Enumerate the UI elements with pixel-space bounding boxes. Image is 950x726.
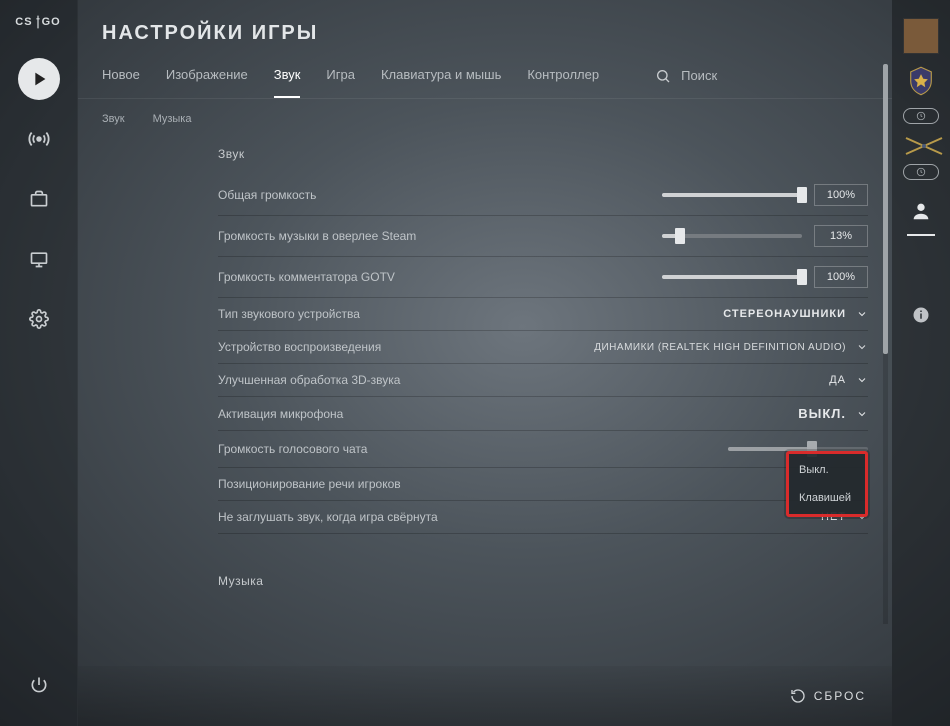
chevron-down-icon — [856, 341, 868, 353]
watch-icon[interactable] — [18, 238, 60, 280]
info-icon[interactable] — [912, 306, 930, 324]
value-gotv[interactable]: 100% — [814, 266, 868, 288]
tab-sound[interactable]: Звук — [274, 67, 301, 98]
row-playback-device[interactable]: Устройство воспроизведения ДИНАМИКИ (REA… — [218, 331, 868, 364]
row-background-sound[interactable]: Не заглушать звук, когда игра свёрнута Н… — [218, 501, 868, 534]
crossed-guns-icon[interactable] — [904, 134, 938, 154]
row-master-volume: Общая громкость 100% — [218, 175, 868, 216]
reset-button[interactable]: СБРОС — [814, 689, 866, 703]
person-icon[interactable] — [910, 200, 932, 222]
row-voice-volume: Громкость голосового чата — [218, 431, 868, 468]
row-mic-activation[interactable]: Активация микрофона ВЫКЛ. — [218, 397, 868, 431]
tabs: Новое Изображение Звук Игра Клавиатура и… — [78, 55, 892, 99]
value-overlay[interactable]: 13% — [814, 225, 868, 247]
option-key[interactable]: Клавишей — [799, 492, 855, 504]
inventory-icon[interactable] — [18, 178, 60, 220]
broadcast-icon[interactable] — [18, 118, 60, 160]
chevron-down-icon — [856, 308, 868, 320]
search[interactable]: Поиск — [655, 68, 717, 98]
subtab-music[interactable]: Музыка — [153, 113, 192, 125]
scrollbar[interactable] — [883, 64, 888, 624]
tab-image[interactable]: Изображение — [166, 67, 248, 98]
section-music-header: Музыка — [218, 574, 868, 588]
settings-content: Звук Общая громкость 100% Громкость музы… — [78, 133, 892, 666]
tab-keyboard[interactable]: Клавиатура и мышь — [381, 67, 501, 98]
tab-controller[interactable]: Контроллер — [527, 67, 599, 98]
slider-master[interactable] — [662, 186, 802, 204]
row-overlay-music: Громкость музыки в оверлее Steam 13% — [218, 216, 868, 257]
chevron-down-icon — [856, 408, 868, 420]
tab-game[interactable]: Игра — [326, 67, 355, 98]
section-sound-header: Звук — [218, 147, 868, 161]
tab-new[interactable]: Новое — [102, 67, 140, 98]
right-sidebar — [892, 0, 950, 726]
row-3d-audio[interactable]: Улучшенная обработка 3D-звука ДА — [218, 364, 868, 397]
reset-icon — [790, 688, 806, 704]
slider-overlay[interactable] — [662, 227, 802, 245]
search-icon — [655, 68, 671, 84]
status-pill-2[interactable] — [903, 164, 939, 180]
avatar[interactable] — [903, 18, 939, 54]
status-pill-1[interactable] — [903, 108, 939, 124]
row-device-type[interactable]: Тип звукового устройства СТЕРЕОНАУШНИКИ — [218, 298, 868, 331]
subtabs: Звук Музыка — [78, 99, 892, 133]
settings-icon[interactable] — [18, 298, 60, 340]
power-icon[interactable] — [18, 664, 60, 706]
footer: СБРОС — [78, 666, 892, 726]
slider-gotv[interactable] — [662, 268, 802, 286]
option-off[interactable]: Выкл. — [799, 464, 855, 476]
row-voice-position[interactable]: Позиционирование речи игроков — [218, 468, 868, 501]
row-gotv-volume: Громкость комментатора GOTV 100% — [218, 257, 868, 298]
page-title: НАСТРОЙКИ ИГРЫ — [78, 0, 892, 55]
csgo-logo: CSGO — [15, 14, 61, 30]
main-panel: НАСТРОЙКИ ИГРЫ Новое Изображение Звук Иг… — [78, 0, 892, 726]
subtab-sound[interactable]: Звук — [102, 113, 125, 125]
left-sidebar: CSGO — [0, 0, 78, 726]
value-master[interactable]: 100% — [814, 184, 868, 206]
chevron-down-icon — [856, 374, 868, 386]
rank-badge[interactable] — [906, 64, 936, 98]
play-button[interactable] — [18, 58, 60, 100]
mic-activation-dropdown[interactable]: Выкл. Клавишей — [786, 451, 868, 517]
search-label: Поиск — [681, 68, 717, 83]
